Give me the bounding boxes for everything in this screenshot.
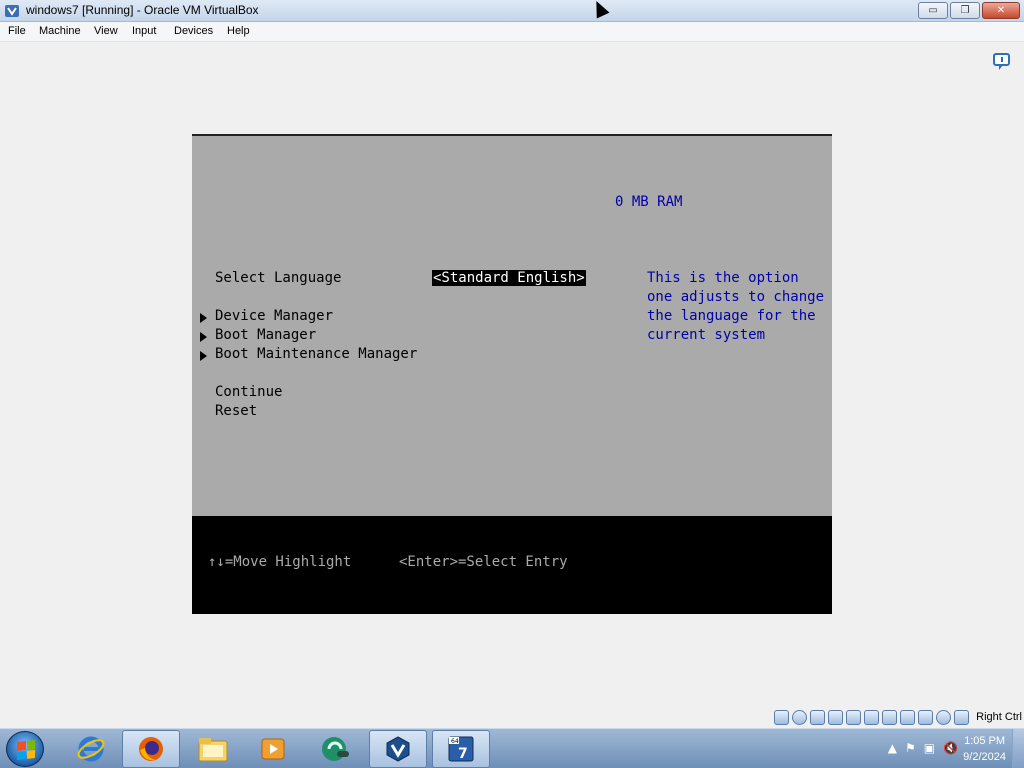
reset-option[interactable]: Reset [215,403,257,419]
cpu-icon[interactable] [918,710,933,725]
menu-device-manager[interactable]: Device Manager [215,308,333,324]
taskbar-firefox[interactable] [122,730,180,768]
bios-footer: ↑↓=Move Highlight <Enter>=Select Entry [192,516,832,614]
help-line-2: one adjusts to change [647,289,825,305]
close-button[interactable]: ✕ [982,2,1020,19]
menu-boot-maintenance-manager[interactable]: Boot Maintenance Manager [215,346,417,362]
menu-help[interactable]: Help [227,25,250,37]
menu-input[interactable]: Input [132,25,156,37]
vm-display[interactable]: 0 MB RAM Select Language <Standard Engli… [0,42,1024,707]
bios-setup-screen[interactable]: 0 MB RAM Select Language <Standard Engli… [192,134,832,614]
help-line-1: This is the option [647,270,799,286]
windows-logo-icon [17,740,35,760]
action-center-flag-icon[interactable]: ⚑ [905,741,916,755]
hard-disk-icon[interactable] [774,710,789,725]
svg-text:64: 64 [451,738,459,745]
virtualbox-app-icon [5,5,19,17]
submenu-arrow-icon [200,313,207,323]
taskbar-green-app[interactable] [306,730,364,768]
optical-drive-icon[interactable] [792,710,807,725]
restore-button[interactable]: ❐ [950,2,980,19]
show-desktop-button[interactable] [1012,729,1024,768]
audio-icon[interactable] [810,710,825,725]
taskbar-virtualbox[interactable] [369,730,427,768]
system-tray: ▲ ⚑ ▣ 🔇 [888,741,958,755]
submenu-arrow-icon [200,351,207,361]
window-title: windows7 [Running] - Oracle VM VirtualBo… [26,3,259,17]
menu-machine[interactable]: Machine [39,25,81,37]
submenu-arrow-icon [200,332,207,342]
host-key-label[interactable]: Right Ctrl [976,711,1022,723]
virtualbox-icon [386,736,410,762]
video-capture-icon[interactable] [900,710,915,725]
menu-devices[interactable]: Devices [174,25,213,37]
minimize-button[interactable]: ▭ [918,2,948,19]
menu-file[interactable]: File [8,25,26,37]
taskbar-internet-explorer[interactable] [62,730,120,768]
menu-boot-manager[interactable]: Boot Manager [215,327,316,343]
taskbar-file-explorer[interactable] [184,730,242,768]
select-language-label[interactable]: Select Language [215,270,341,286]
svg-text:7: 7 [458,746,468,762]
help-line-4: current system [647,327,766,343]
taskbar: 64 7 ▲ ⚑ ▣ 🔇 1:05 PM 9/2/2024 [0,728,1024,768]
mouse-integration-icon[interactable] [936,710,951,725]
clock-date: 9/2/2024 [963,751,1006,763]
taskbar-windows7-vm[interactable]: 64 7 [432,730,490,768]
footer-move-highlight: ↑↓=Move Highlight [208,554,352,570]
show-hidden-icons[interactable]: ▲ [888,741,897,755]
volume-muted-icon[interactable]: 🔇 [943,741,958,755]
taskbar-media-player[interactable] [244,730,302,768]
network-icon[interactable]: ▣ [924,741,935,755]
display-icon[interactable] [882,710,897,725]
menu-bar: File Machine View Input Devices Help [0,22,1024,42]
clock-time: 1:05 PM [964,735,1006,747]
menu-view[interactable]: View [94,25,118,37]
windows7-vm-icon: 64 7 [448,736,474,762]
network-icon[interactable] [828,710,843,725]
internet-explorer-icon [77,736,105,762]
media-player-icon [261,738,285,760]
usb-icon[interactable] [846,710,861,725]
file-explorer-icon [198,738,228,762]
title-bar[interactable]: windows7 [Running] - Oracle VM VirtualBo… [0,0,1024,22]
help-line-3: the language for the [647,308,816,324]
shared-folders-icon[interactable] [864,710,879,725]
vm-status-bar: Right Ctrl [0,707,1024,728]
start-button[interactable] [6,731,44,767]
select-language-value[interactable]: <Standard English> [432,270,586,286]
footer-select-entry: <Enter>=Select Entry [399,554,568,570]
firefox-icon [139,737,163,761]
continue-option[interactable]: Continue [215,384,282,400]
keyboard-icon[interactable] [954,710,969,725]
green-app-icon [322,737,349,761]
clock[interactable]: 1:05 PM 9/2/2024 [963,733,1006,765]
ram-info: 0 MB RAM [615,194,683,210]
notification-bubble-icon[interactable] [992,52,1012,72]
